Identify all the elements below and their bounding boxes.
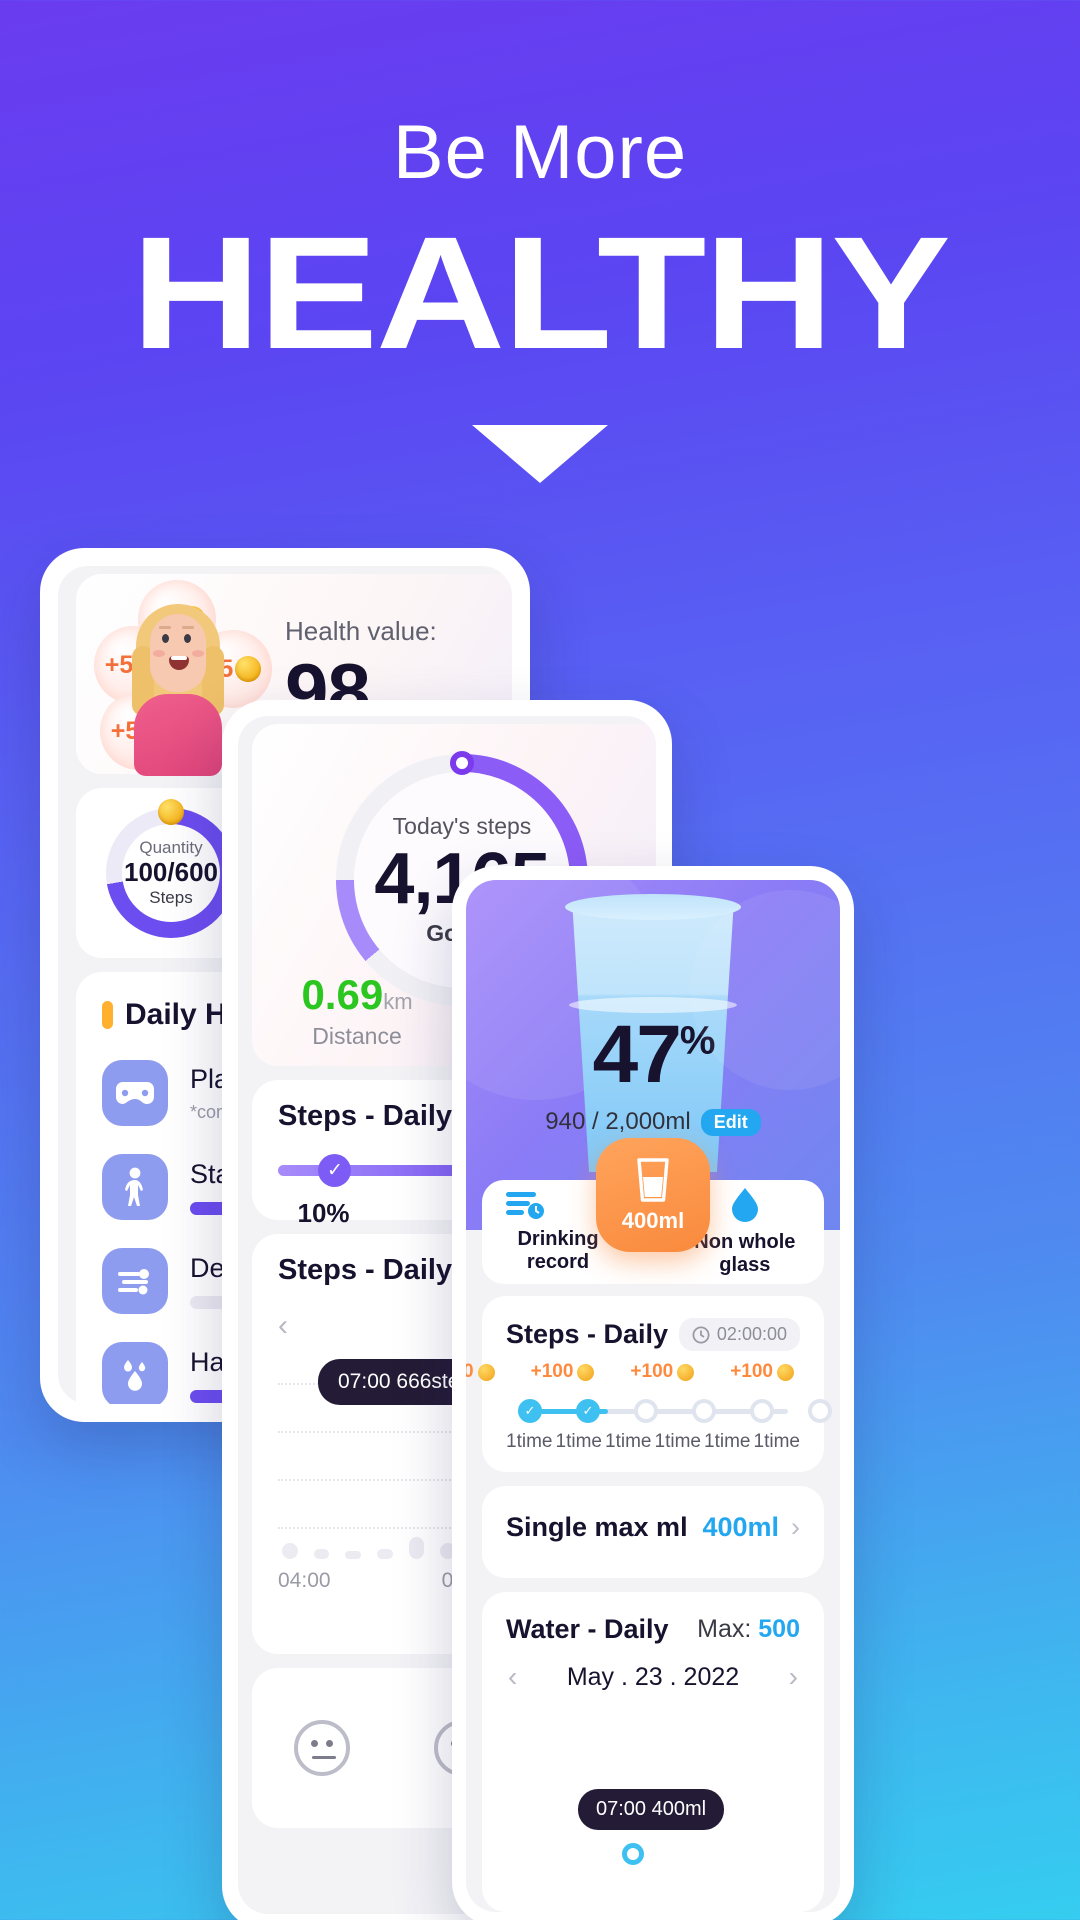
person-standing-icon: [102, 1154, 168, 1220]
water-amount: 940 / 2,000ml: [545, 1108, 691, 1135]
stat-distance: 0.69km Distance: [252, 971, 462, 1050]
steps-daily-title: Steps - Daily: [506, 1319, 669, 1349]
stat-unit: km: [383, 989, 413, 1014]
checkpoint-label: 1time: [704, 1431, 751, 1452]
water-max-label: Max:: [697, 1615, 752, 1643]
reward-badge: +100: [630, 1361, 695, 1383]
drinking-record-button[interactable]: Drinking record: [506, 1190, 610, 1274]
checkpoint-labels: 1time 1time 1time 1time 1time 1time: [482, 1423, 824, 1453]
accent-bar: [102, 1001, 113, 1029]
non-whole-glass-label: Non whole glass: [694, 1231, 796, 1276]
glass-icon: [637, 1157, 669, 1202]
stat-label: Distance: [312, 1023, 402, 1049]
water-daily-card[interactable]: Water - Daily Max: 500 ‹ May . 23 . 2022…: [482, 1592, 824, 1912]
water-drop-icon: [731, 1188, 758, 1222]
reward-badge: +100: [466, 1361, 495, 1383]
chevron-right-icon[interactable]: ›: [789, 1661, 798, 1693]
hero-banner: Be More HEALTHY: [0, 0, 1080, 520]
water-date-nav: ‹ May . 23 . 2022 ›: [482, 1645, 824, 1693]
checkpoint-label: 1time: [555, 1431, 602, 1452]
checkpoint-rail: ✓ ✓: [506, 1399, 832, 1423]
gauge-knob: [450, 751, 474, 775]
checkpoint-dot-done[interactable]: ✓: [576, 1399, 600, 1423]
gamepad-icon: [102, 1060, 168, 1126]
water-chart: 07:00 400ml: [482, 1693, 824, 1883]
water-date: May . 23 . 2022: [566, 1662, 740, 1691]
drinking-record-label: Drinking record: [517, 1228, 599, 1273]
phone-right-screen: 47% 940 / 2,000ml Edit Drinking record N…: [466, 880, 840, 1912]
wind-icon: [102, 1248, 168, 1314]
water-max-value: 500: [758, 1615, 800, 1643]
chevron-left-icon[interactable]: ‹: [278, 1309, 288, 1343]
coin-icon: [235, 656, 262, 682]
phone-right: 47% 940 / 2,000ml Edit Drinking record N…: [452, 866, 854, 1920]
quantity-top-label: Quantity: [139, 838, 203, 858]
time-value: 02:00:00: [716, 1324, 787, 1344]
single-max-ml-card[interactable]: Single max ml 400ml ›: [482, 1486, 824, 1578]
neutral-face-icon[interactable]: [294, 1720, 350, 1776]
health-value-label: Health value:: [285, 615, 437, 646]
hero-title: HEALTHY: [131, 203, 950, 382]
checkpoint-label: 1time: [605, 1431, 652, 1452]
checkpoint-label: 1time: [654, 1431, 701, 1452]
stat-value: 0.69: [301, 971, 384, 1018]
water-percent-symbol: %: [679, 1018, 716, 1063]
checkpoint-dot[interactable]: [634, 1399, 658, 1423]
checkpoint-dot[interactable]: [750, 1399, 774, 1423]
water-percent-block: 47% 940 / 2,000ml Edit: [466, 1008, 840, 1136]
checkpoint-label: 1time: [506, 1431, 553, 1452]
steps-gauge-label: Today's steps: [392, 813, 532, 840]
steps-daily-card[interactable]: Steps - Daily 02:00:00 +100 +100 +100 +1…: [466, 1296, 832, 1472]
progress-knob-checked[interactable]: ✓: [318, 1154, 352, 1187]
record-list-icon: [506, 1192, 544, 1219]
x-tick: 04:00: [278, 1569, 331, 1592]
water-chart-knob: [622, 1843, 644, 1865]
quantity-unit-label: Steps: [149, 887, 193, 907]
checkpoint-dot[interactable]: [692, 1399, 716, 1423]
progress-percent: 10%: [297, 1198, 350, 1228]
clock-icon: [692, 1326, 710, 1343]
add-water-button[interactable]: 400ml: [596, 1138, 710, 1252]
glass-rim: [565, 894, 741, 920]
time-chip: 02:00:00: [678, 1318, 800, 1351]
reward-badge: +100: [730, 1361, 794, 1383]
chevron-left-icon[interactable]: ‹: [508, 1661, 517, 1693]
character-illustration: [128, 598, 228, 776]
single-max-ml-label: Single max ml: [506, 1512, 688, 1542]
hero-subtitle: Be More: [392, 110, 688, 195]
edit-button[interactable]: Edit: [700, 1108, 761, 1136]
coin-icon: [158, 799, 184, 825]
single-max-ml-value: 400ml: [702, 1512, 779, 1542]
add-water-amount: 400ml: [621, 1207, 685, 1233]
water-percent-value: 47: [592, 1009, 682, 1100]
quantity-ring: Quantity 100/600 Steps: [106, 799, 236, 938]
checkpoint-dot-done[interactable]: ✓: [518, 1399, 542, 1423]
water-drop-icon: [102, 1342, 168, 1404]
reward-badge: +100: [531, 1361, 595, 1383]
quantity-value: 100/600: [124, 857, 218, 888]
checkpoint-label: 1time: [753, 1431, 800, 1452]
water-daily-title: Water - Daily: [506, 1614, 669, 1644]
water-chart-tooltip: 07:00 400ml: [578, 1789, 725, 1830]
chevron-down-arrow-icon: [472, 425, 608, 483]
checkpoint-dot[interactable]: [808, 1399, 832, 1423]
chevron-right-icon[interactable]: ›: [791, 1512, 800, 1543]
